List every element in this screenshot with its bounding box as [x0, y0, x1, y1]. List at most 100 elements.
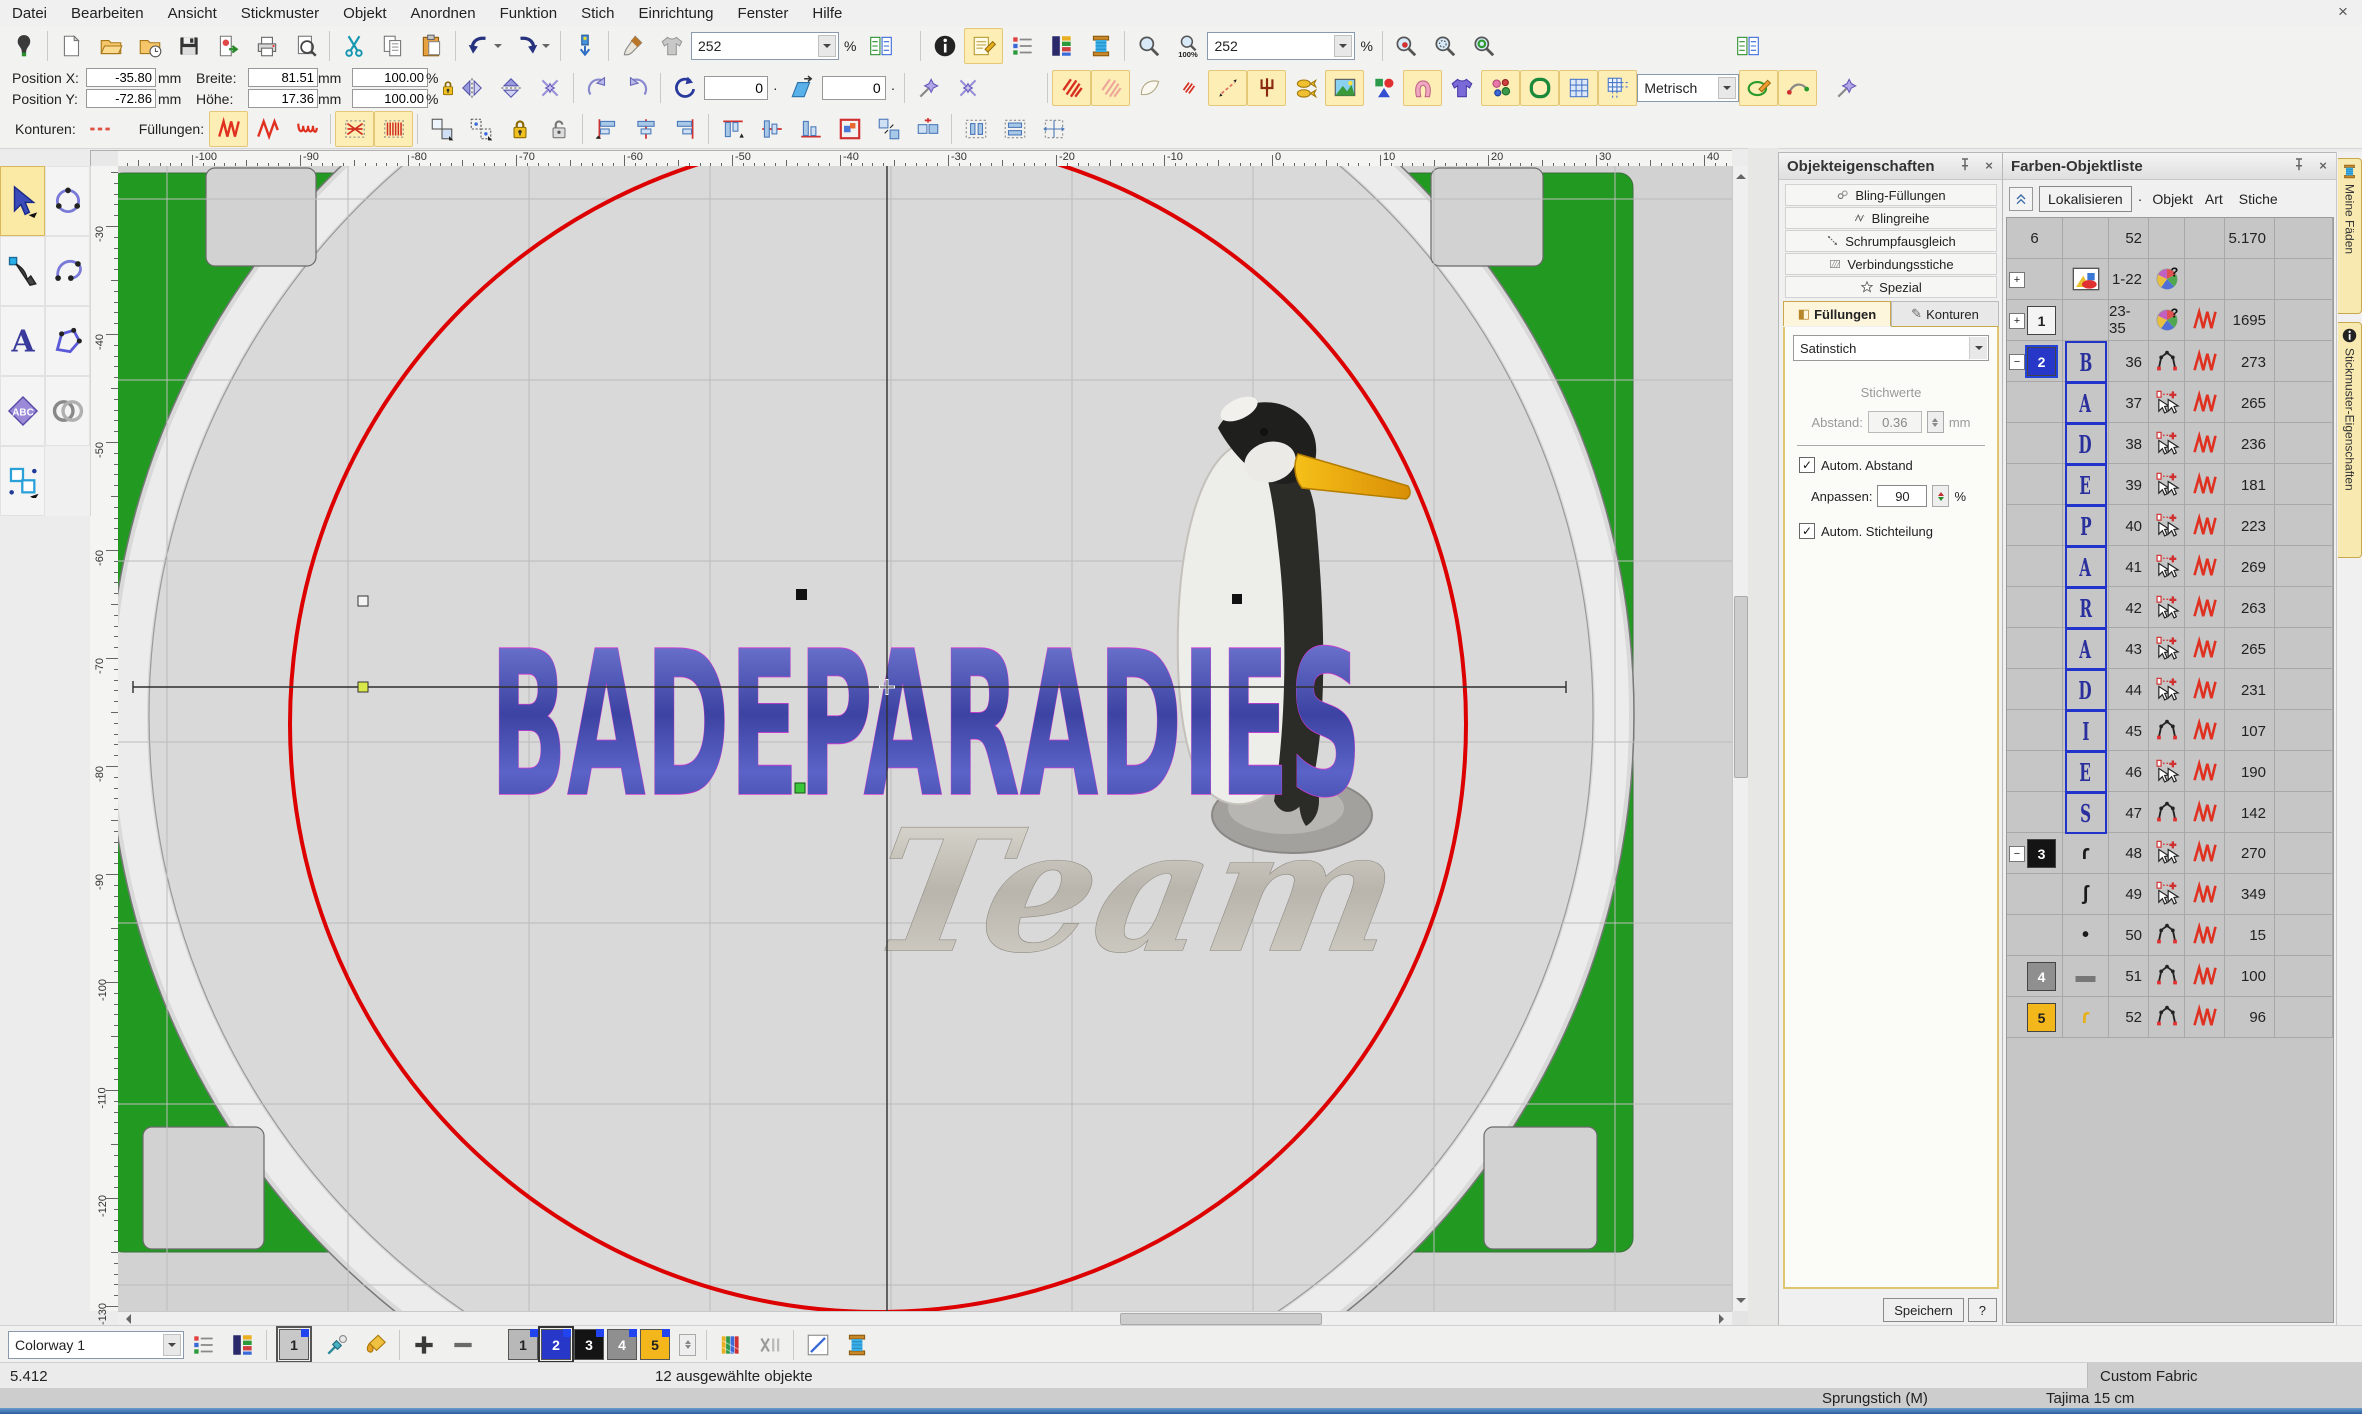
- show-appliance-button[interactable]: [1403, 70, 1442, 106]
- open-design-button[interactable]: [91, 28, 130, 64]
- color-list-row[interactable]: R42263: [2007, 587, 2333, 628]
- units-combo[interactable]: Metrisch: [1637, 74, 1739, 102]
- collapse-icon[interactable]: −: [2009, 354, 2025, 370]
- reshape-tool[interactable]: [0, 236, 45, 306]
- chip-order-spinner[interactable]: [679, 1334, 696, 1356]
- column-header-stiche[interactable]: Stiche: [2239, 191, 2278, 207]
- letter-thumbnail-D[interactable]: D: [2065, 669, 2107, 711]
- zoom-hoop-button[interactable]: [1465, 28, 1504, 64]
- pin-icon[interactable]: [2289, 156, 2309, 174]
- collapse-icon[interactable]: −: [2009, 846, 2025, 862]
- rotate-angle-input[interactable]: [704, 76, 768, 100]
- object-thumbnail[interactable]: •: [2082, 924, 2089, 947]
- thread-chart-bottom-button[interactable]: [837, 1327, 876, 1363]
- tab-konturen[interactable]: ✎Konturen: [1891, 301, 1999, 327]
- letter-thumbnail-A[interactable]: A: [2065, 628, 2107, 670]
- hide-unused-button[interactable]: [750, 1327, 789, 1363]
- group-objects-button[interactable]: [830, 111, 869, 147]
- object-thumbnail[interactable]: ɾ: [2082, 842, 2090, 865]
- align-left-button[interactable]: [587, 111, 626, 147]
- speichern-button[interactable]: Speichern: [1883, 1298, 1964, 1322]
- zoom-selected-button[interactable]: [1387, 28, 1426, 64]
- vertical-scroll-thumb[interactable]: [1734, 596, 1748, 778]
- letter-thumbnail-A[interactable]: A: [2065, 382, 2107, 424]
- color-list-row[interactable]: ʃ49349: [2007, 874, 2333, 915]
- color-list-row[interactable]: S47142: [2007, 792, 2333, 833]
- position-y-input[interactable]: [86, 89, 156, 108]
- letter-thumbnail-P[interactable]: P: [2065, 505, 2107, 547]
- collapse-all-button[interactable]: [2009, 187, 2033, 211]
- menu-objekt[interactable]: Objekt: [331, 2, 398, 25]
- new-design-button[interactable]: [52, 28, 91, 64]
- print-preview-button[interactable]: [286, 28, 325, 64]
- scale-height-input[interactable]: [352, 89, 428, 108]
- color-list-row[interactable]: D38236: [2007, 423, 2333, 464]
- colorway-chip-1[interactable]: 1: [508, 1329, 538, 1360]
- color-list-row[interactable]: P40223: [2007, 505, 2333, 546]
- export-design-button[interactable]: [208, 28, 247, 64]
- fill-cross-button[interactable]: [335, 111, 374, 147]
- align-middle-button[interactable]: [752, 111, 791, 147]
- chevron-down-icon[interactable]: [542, 44, 550, 52]
- object-thumbnail[interactable]: ɾ: [2082, 1006, 2090, 1029]
- rotate-ccw-45-button[interactable]: [578, 70, 617, 106]
- fill-satin-button[interactable]: [209, 111, 248, 147]
- show-stitches-light-button[interactable]: [1091, 70, 1130, 106]
- menu-fenster[interactable]: Fenster: [726, 2, 801, 25]
- color-object-list[interactable]: 6525.170+1-22+123-351695−2B36273A37265D3…: [2006, 217, 2334, 1323]
- lettering-tool[interactable]: [0, 306, 45, 376]
- undo-button[interactable]: [460, 28, 508, 64]
- object-thumbnail[interactable]: ʃ: [2082, 883, 2089, 906]
- show-needle-points-button[interactable]: [1247, 70, 1286, 106]
- color-list-row[interactable]: D44231: [2007, 669, 2333, 710]
- add-color-button[interactable]: [404, 1327, 443, 1363]
- window-close-icon[interactable]: ×: [2330, 2, 2356, 22]
- anpassen-spinner[interactable]: [1932, 485, 1949, 507]
- save-design-button[interactable]: [169, 28, 208, 64]
- letter-thumbnail-D[interactable]: D: [2065, 423, 2107, 465]
- open-recent-button[interactable]: [130, 28, 169, 64]
- expand-icon[interactable]: +: [2009, 313, 2025, 329]
- chevron-down-icon[interactable]: [494, 44, 502, 52]
- unlock-object-button[interactable]: [539, 111, 578, 147]
- show-guides-button[interactable]: [1598, 70, 1637, 106]
- color-film-button[interactable]: [1042, 28, 1081, 64]
- horizontal-scrollbar[interactable]: [118, 1311, 1732, 1326]
- transform-tool-1-button[interactable]: [909, 70, 948, 106]
- menu-ansicht[interactable]: Ansicht: [156, 2, 229, 25]
- breite-input[interactable]: [248, 68, 318, 87]
- align-right-button[interactable]: [665, 111, 704, 147]
- overview-window-button[interactable]: [861, 28, 900, 64]
- extra-tool-button[interactable]: [1827, 70, 1866, 106]
- show-fish-pattern-button[interactable]: [1286, 70, 1325, 106]
- color-group-chip-5[interactable]: 5: [2027, 1003, 2056, 1032]
- mirror-merge-button[interactable]: [530, 70, 569, 106]
- stitch-player-button[interactable]: [565, 28, 604, 64]
- menu-funktion[interactable]: Funktion: [488, 2, 570, 25]
- stitch-type-combo[interactable]: Satinstich: [1793, 335, 1989, 361]
- rotate-tool-button[interactable]: [665, 70, 704, 106]
- color-list-row[interactable]: +1-22: [2007, 259, 2333, 300]
- chevron-down-icon[interactable]: [818, 35, 836, 57]
- close-icon[interactable]: ×: [1979, 156, 1999, 174]
- side-tab-meine-fäden[interactable]: Meine Fäden: [2338, 158, 2362, 314]
- panel-splitter[interactable]: [1748, 148, 1778, 1325]
- abstand-spinner[interactable]: [1927, 411, 1944, 433]
- auto-abstand-row[interactable]: ✓ Autom. Abstand: [1799, 457, 1913, 473]
- color-list-row[interactable]: +123-351695: [2007, 300, 2333, 341]
- color-group-chip-3[interactable]: 3: [2027, 839, 2056, 868]
- zoom-level-combo[interactable]: 252: [691, 32, 839, 60]
- auto-abstand-checkbox[interactable]: ✓: [1799, 457, 1815, 473]
- rect-select-tool[interactable]: [0, 446, 45, 516]
- close-icon[interactable]: ×: [2313, 156, 2333, 174]
- space-evenly-v-button[interactable]: [995, 111, 1034, 147]
- column-header-objekt[interactable]: Objekt: [2152, 191, 2192, 207]
- colorway-chip-5[interactable]: 5: [640, 1329, 670, 1360]
- design-canvas[interactable]: BADEPARADIES Team: [118, 166, 1732, 1311]
- color-list-row[interactable]: −3ɾ48270: [2007, 833, 2333, 874]
- rotate-cw-45-button[interactable]: [617, 70, 656, 106]
- mirror-vertical-button[interactable]: [491, 70, 530, 106]
- color-group-chip-4[interactable]: 4: [2027, 962, 2056, 991]
- show-hoop-button[interactable]: [1520, 70, 1559, 106]
- apply-color-button[interactable]: [356, 1327, 395, 1363]
